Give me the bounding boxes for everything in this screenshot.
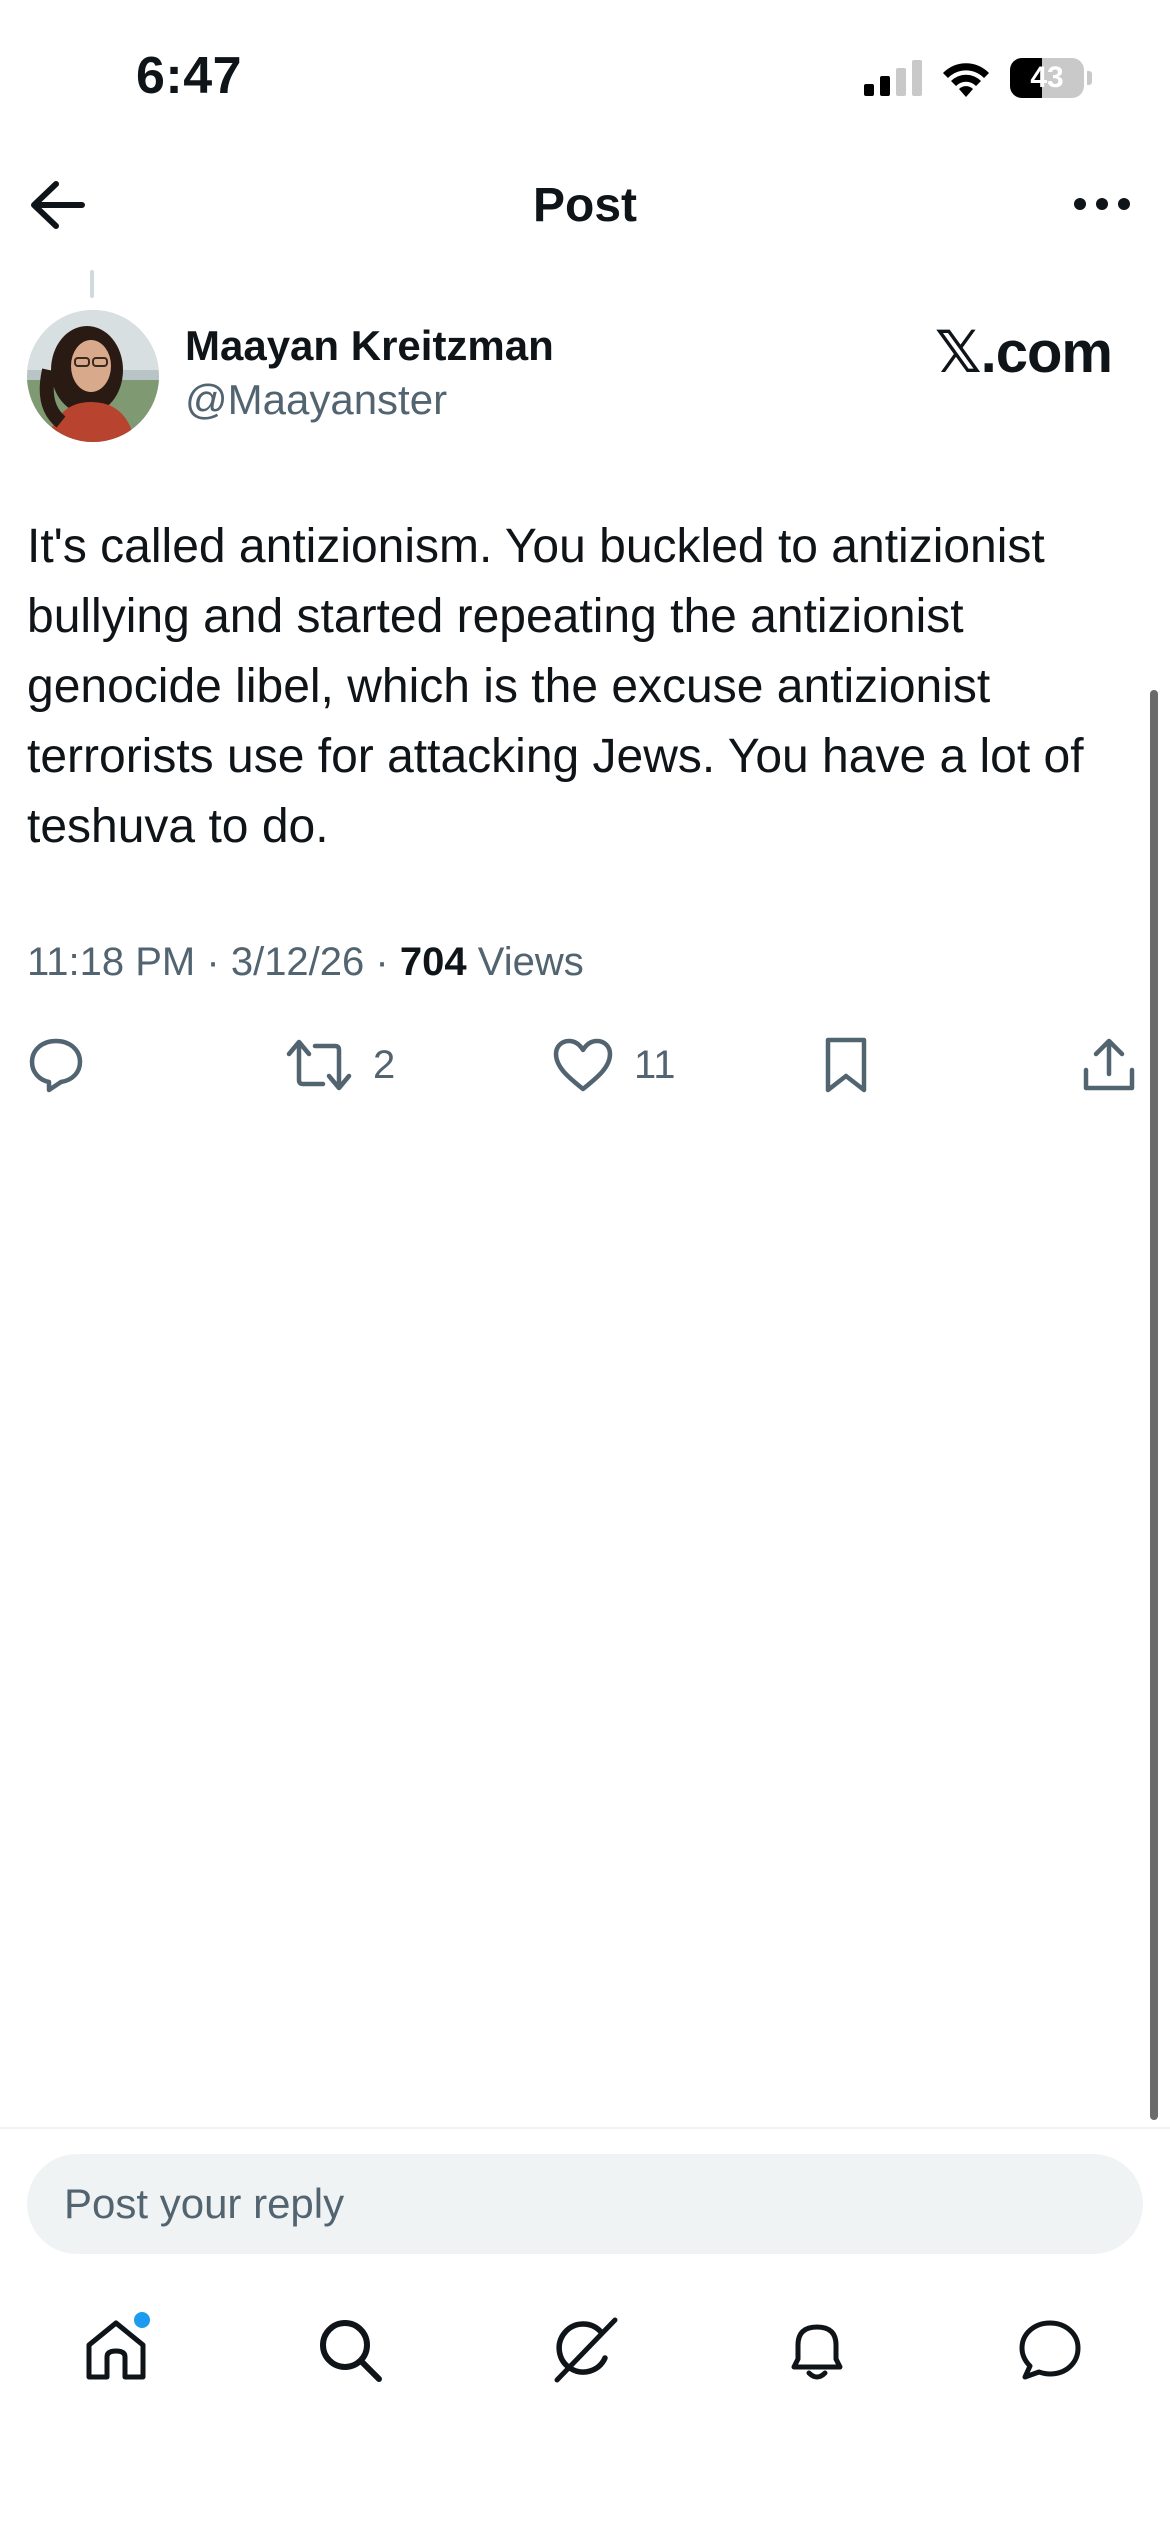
tab-search[interactable] — [310, 2300, 390, 2400]
share-upload-icon — [1083, 1038, 1135, 1091]
status-time: 6:47 — [136, 47, 243, 105]
wifi-icon — [943, 63, 989, 97]
repost-button[interactable]: 2 — [285, 1030, 395, 1100]
cellular-signal-icon — [864, 60, 922, 96]
bookmark-button[interactable] — [820, 1030, 872, 1100]
grok-icon — [554, 2317, 618, 2383]
reply-divider — [0, 2127, 1170, 2129]
page-title: Post — [532, 179, 637, 232]
tab-notifications[interactable] — [777, 2300, 857, 2400]
like-button[interactable]: 11 — [552, 1030, 676, 1100]
post-screen: 6:47 43 Post Maayan Kreitzman @Maayanste… — [0, 0, 1170, 2532]
more-options-button[interactable] — [1072, 186, 1132, 222]
scrollbar[interactable] — [1150, 690, 1158, 2120]
battery-icon: 43 — [1010, 58, 1084, 98]
avatar-image — [27, 310, 159, 442]
heart-icon — [553, 1038, 613, 1092]
reply-input[interactable]: Post your reply — [27, 2154, 1143, 2254]
views-count: 704 — [399, 940, 467, 984]
author-handle[interactable]: @Maayanster — [185, 376, 447, 424]
repost-icon — [286, 1039, 352, 1091]
tab-messages[interactable] — [1010, 2300, 1090, 2400]
meta-separator: · — [375, 940, 389, 984]
post-date[interactable]: 3/12/26 — [231, 940, 364, 984]
reply-button[interactable] — [27, 1030, 85, 1100]
bookmark-icon — [825, 1037, 867, 1093]
tab-home[interactable] — [76, 2300, 156, 2400]
speech-bubble-icon — [29, 1038, 83, 1093]
post-text: It's called antizionism. You buckled to … — [27, 520, 1084, 853]
home-notification-dot — [134, 2312, 150, 2328]
top-header: Post — [0, 160, 1170, 250]
brand-watermark: 𝕏.com — [934, 320, 1113, 385]
like-count: 11 — [634, 1042, 676, 1087]
status-icons: 43 — [864, 56, 1092, 100]
meta-separator: · — [206, 940, 220, 984]
author-name[interactable]: Maayan Kreitzman — [185, 322, 554, 370]
post-meta: 11:18 PM · 3/12/26 · 704 Views — [27, 940, 584, 985]
tab-grok[interactable] — [545, 2300, 625, 2400]
post-time[interactable]: 11:18 PM — [27, 940, 195, 984]
battery-nub — [1087, 71, 1092, 85]
views-label: Views — [477, 940, 584, 984]
post-actions: 2 11 — [0, 1030, 1170, 1100]
thread-connector-line — [90, 270, 94, 298]
share-button[interactable] — [1080, 1030, 1138, 1100]
bell-icon — [791, 2324, 843, 2380]
avatar[interactable] — [27, 310, 159, 442]
battery-level: 43 — [1030, 61, 1064, 94]
bottom-tab-bar — [0, 2300, 1170, 2420]
ellipsis-icon — [1074, 198, 1130, 210]
message-bubble-icon — [1019, 2320, 1081, 2380]
repost-count: 2 — [373, 1042, 396, 1087]
search-icon — [320, 2320, 382, 2382]
